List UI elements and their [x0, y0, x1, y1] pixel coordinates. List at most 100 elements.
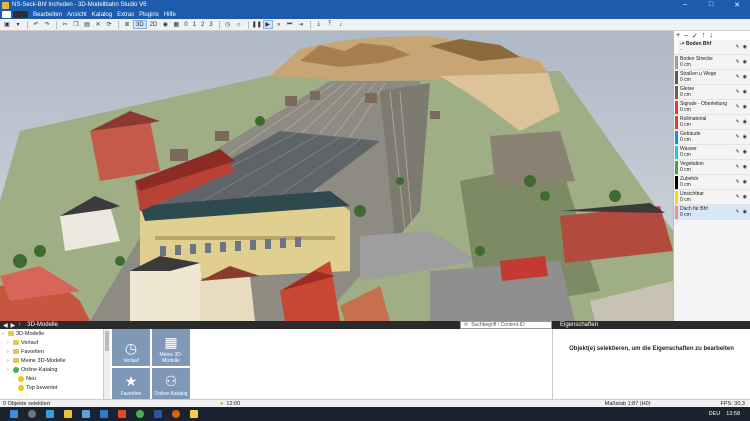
- app-taskbar-icon[interactable]: [118, 410, 126, 418]
- layer-item[interactable]: Gleise 0 cm ✎ ◉: [674, 85, 750, 100]
- rotate-icon[interactable]: ⟳: [104, 20, 114, 29]
- cut-icon[interactable]: ✂: [60, 20, 70, 29]
- move-down-icon[interactable]: ↓: [709, 32, 713, 39]
- play-icon[interactable]: ▶: [262, 20, 273, 29]
- pin-icon[interactable]: ✎: [735, 164, 739, 170]
- eye-icon[interactable]: ◉: [743, 74, 747, 80]
- pin-icon[interactable]: ✎: [735, 179, 739, 185]
- expand-icon[interactable]: ›: [2, 331, 6, 336]
- delete-icon[interactable]: ✕: [93, 20, 103, 29]
- speed-3-button[interactable]: 3: [207, 20, 214, 29]
- menu-bearbeiten[interactable]: Bearbeiten: [33, 12, 62, 18]
- layer-item[interactable]: Straßen u Wege 0 cm ✎ ◉: [674, 70, 750, 85]
- tree-item[interactable]: Neu: [0, 374, 103, 383]
- tree-item[interactable]: › 3D-Modelle: [0, 329, 103, 338]
- faster-forward-icon[interactable]: ⏭: [285, 20, 295, 29]
- notes-icon[interactable]: [190, 410, 198, 418]
- pin-icon[interactable]: ✎: [735, 209, 739, 215]
- menu-ansicht[interactable]: Ansicht: [67, 12, 87, 18]
- pin-icon[interactable]: ✎: [735, 104, 739, 110]
- tree-scrollbar[interactable]: [104, 329, 110, 399]
- pin-icon[interactable]: ✎: [735, 59, 739, 65]
- sound-icon[interactable]: ♪: [336, 20, 346, 29]
- nav-forward-icon[interactable]: ▶: [11, 322, 16, 329]
- tree-item[interactable]: › Verlauf: [0, 338, 103, 347]
- eye-icon[interactable]: ◉: [743, 179, 747, 185]
- search-icon[interactable]: [28, 410, 36, 418]
- dropdown-icon[interactable]: ▾: [13, 20, 23, 29]
- expand-icon[interactable]: [12, 377, 16, 381]
- eye-icon[interactable]: ◉: [743, 134, 747, 140]
- check-layer-icon[interactable]: ✓: [692, 32, 698, 40]
- layer-item[interactable]: Rollmaterial 0 cm ✎ ◉: [674, 115, 750, 130]
- speed-2-button[interactable]: 2: [199, 20, 206, 29]
- move-up-icon[interactable]: ↑: [702, 32, 706, 39]
- search-input[interactable]: ⟳ Suchbegriff / Content-ID: [460, 321, 552, 329]
- tree-item[interactable]: › Online-Katalog: [0, 365, 103, 374]
- tree-item[interactable]: Top bewertet: [0, 383, 103, 392]
- eye-icon[interactable]: ◉: [743, 104, 747, 110]
- tree-item[interactable]: › Favoriten: [0, 347, 103, 356]
- scroll-thumb[interactable]: [105, 331, 109, 351]
- taskbar-clock[interactable]: 13:58: [726, 411, 740, 417]
- remove-layer-icon[interactable]: –: [684, 32, 688, 39]
- camera-icon[interactable]: ◉: [160, 20, 170, 29]
- mail-icon[interactable]: [100, 410, 108, 418]
- word-icon[interactable]: [154, 410, 162, 418]
- expand-icon[interactable]: ›: [7, 367, 11, 372]
- language-indicator[interactable]: DEU: [709, 411, 721, 417]
- eye-icon[interactable]: ◉: [743, 119, 747, 125]
- paste-icon[interactable]: ▤: [82, 20, 92, 29]
- catalog-tile[interactable]: ▦ Meine 3D-Modelle: [152, 329, 190, 366]
- pin-icon[interactable]: ✎: [735, 89, 739, 95]
- menu-katalog[interactable]: Katalog: [92, 12, 112, 18]
- firefox-icon[interactable]: [172, 410, 180, 418]
- eye-icon[interactable]: ◉: [743, 194, 747, 200]
- copy-icon[interactable]: ❐: [71, 20, 81, 29]
- chrome-icon[interactable]: [136, 410, 144, 418]
- pencil-tool-icon[interactable]: [13, 11, 28, 18]
- layer-item[interactable]: Zubehör 0 cm ✎ ◉: [674, 175, 750, 190]
- eye-icon[interactable]: ◉: [743, 209, 747, 215]
- menu-plugins[interactable]: Plugins: [139, 12, 159, 18]
- select-tool-icon[interactable]: [2, 11, 11, 18]
- menu-hilfe[interactable]: Hilfe: [164, 12, 176, 18]
- redo-icon[interactable]: ↷: [42, 20, 52, 29]
- layer-item[interactable]: Unsichtbar 0 cm ✎ ◉: [674, 190, 750, 205]
- start-icon[interactable]: [10, 410, 18, 418]
- menu-extras[interactable]: Extras: [117, 12, 134, 18]
- undo-icon[interactable]: ↶: [31, 20, 41, 29]
- eye-icon[interactable]: ◉: [743, 44, 747, 50]
- speed-0-button[interactable]: 0: [182, 20, 189, 29]
- catalog-tile[interactable]: ★ Favoriten: [112, 368, 150, 399]
- pin-icon[interactable]: ✎: [735, 149, 739, 155]
- expand-icon[interactable]: [12, 386, 16, 390]
- fast-forward-icon[interactable]: »: [274, 20, 284, 29]
- nav-back-icon[interactable]: ◀: [3, 322, 8, 329]
- expand-icon[interactable]: ›: [7, 340, 11, 345]
- eye-icon[interactable]: ◉: [743, 164, 747, 170]
- layer-item[interactable]: Boden Strecke 0 cm ✎ ◉: [674, 55, 750, 70]
- pin-icon[interactable]: ✎: [735, 194, 739, 200]
- expand-icon[interactable]: ›: [7, 358, 11, 363]
- pin-icon[interactable]: ✎: [735, 44, 739, 50]
- edge-icon[interactable]: [46, 410, 54, 418]
- clock-icon[interactable]: ◷: [223, 20, 233, 29]
- weather-icon[interactable]: ☼: [234, 20, 244, 29]
- minimize-button[interactable]: –: [672, 1, 698, 9]
- save-icon[interactable]: ▣: [2, 20, 12, 29]
- store-icon[interactable]: [82, 410, 90, 418]
- layer-item[interactable]: Signale - Oberleitung 0 cm ✎ ◉: [674, 100, 750, 115]
- pin-icon[interactable]: ✎: [735, 119, 739, 125]
- eye-icon[interactable]: ◉: [743, 59, 747, 65]
- eye-icon[interactable]: ◉: [743, 149, 747, 155]
- 3d-viewport[interactable]: [0, 31, 673, 321]
- layer-item[interactable]: Gebäude 0 cm ✎ ◉: [674, 130, 750, 145]
- speed-1-button[interactable]: 1: [191, 20, 198, 29]
- view-2d-button[interactable]: 2D: [148, 20, 160, 29]
- layer-item[interactable]: Wasser 0 cm ✎ ◉: [674, 145, 750, 160]
- refresh-icon[interactable]: ⟳: [464, 322, 468, 328]
- grid-icon[interactable]: ▦: [171, 20, 181, 29]
- explorer-icon[interactable]: [64, 410, 72, 418]
- pause-icon[interactable]: ❚❚: [252, 20, 262, 29]
